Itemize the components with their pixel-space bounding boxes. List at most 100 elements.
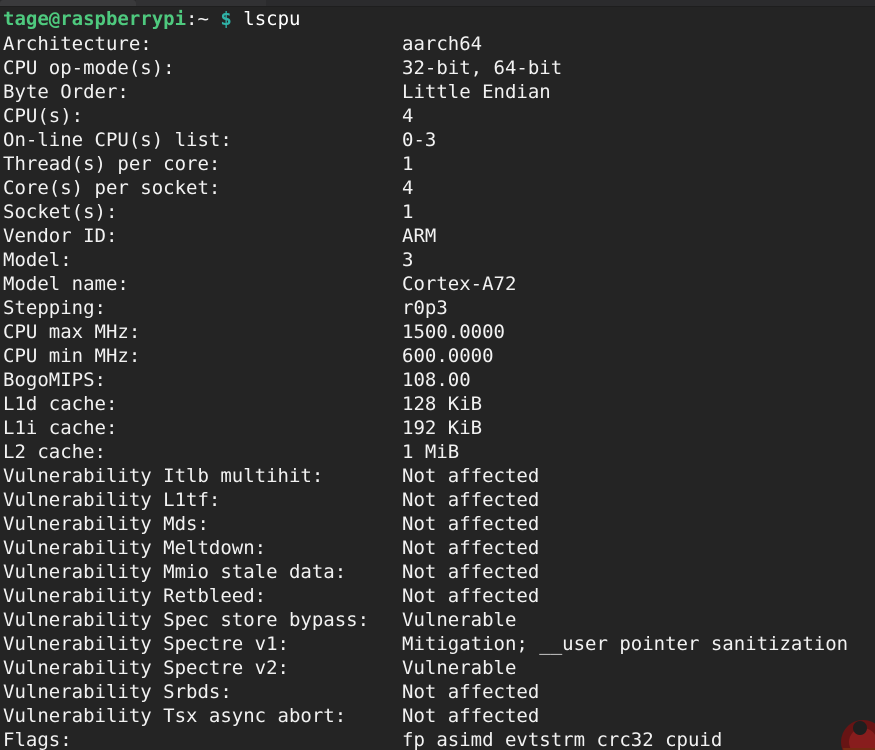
lscpu-row-label: Vulnerability Retbleed: <box>3 585 267 607</box>
lscpu-row-label: CPU min MHz: <box>3 345 141 367</box>
prompt-path: ~ <box>197 8 209 30</box>
lscpu-row: Vulnerability Spec store bypass: Vulnerab… <box>0 608 875 632</box>
lscpu-row-label: L2 cache: <box>3 441 106 463</box>
lscpu-row-value: aarch64 <box>402 33 483 55</box>
lscpu-row: Vulnerability Meltdown: Not affected <box>0 536 875 560</box>
lscpu-row: Stepping: r0p3 <box>0 296 875 320</box>
lscpu-row-value: 32-bit, 64-bit <box>402 57 563 79</box>
lscpu-row-label: Vulnerability Mds: <box>3 513 209 535</box>
lscpu-row-label: CPU op-mode(s): <box>3 57 175 79</box>
lscpu-row-value: 128 KiB <box>402 393 483 415</box>
lscpu-row-label: Flags: <box>3 729 72 750</box>
lscpu-row: Byte Order: Little Endian <box>0 80 875 104</box>
lscpu-row-value: 600.0000 <box>402 345 494 367</box>
lscpu-row-label: Vulnerability Meltdown: <box>3 537 267 559</box>
lscpu-row: L1d cache: 128 KiB <box>0 392 875 416</box>
lscpu-row: Vulnerability Mds: Not affected <box>0 512 875 536</box>
lscpu-row: Vulnerability Spectre v1: Mitigation; __u… <box>0 632 875 656</box>
lscpu-row-label: Architecture: <box>3 33 152 55</box>
lscpu-row: Vulnerability Srbds: Not affected <box>0 680 875 704</box>
lscpu-row-label: CPU max MHz: <box>3 321 141 343</box>
lscpu-row: CPU min MHz: 600.0000 <box>0 344 875 368</box>
lscpu-row: Model: 3 <box>0 248 875 272</box>
lscpu-row-value: Not affected <box>402 705 540 727</box>
lscpu-row-label: Vulnerability Mmio stale data: <box>3 561 347 583</box>
prompt-user-host: tage@raspberrypi <box>3 8 187 30</box>
lscpu-row-label: Vulnerability Spec store bypass: <box>3 609 370 631</box>
lscpu-row-value: Vulnerable <box>402 609 517 631</box>
lscpu-row: CPU op-mode(s): 32-bit, 64-bit <box>0 56 875 80</box>
lscpu-row-value: Not affected <box>402 537 540 559</box>
lscpu-row-value: Vulnerable <box>402 657 517 679</box>
lscpu-row-label: Thread(s) per core: <box>3 153 221 175</box>
lscpu-row-label: Vendor ID: <box>3 225 118 247</box>
lscpu-row-label: Byte Order: <box>3 81 129 103</box>
lscpu-row-value: 0-3 <box>402 129 437 151</box>
lscpu-row: BogoMIPS: 108.00 <box>0 368 875 392</box>
lscpu-row-label: Model: <box>3 249 72 271</box>
lscpu-row-value: Not affected <box>402 465 540 487</box>
shell-prompt-line: tage@raspberrypi:~ $ lscpu <box>0 6 875 32</box>
lscpu-row-label: BogoMIPS: <box>3 369 106 391</box>
lscpu-row-label: Model name: <box>3 273 129 295</box>
lscpu-row: Socket(s): 1 <box>0 200 875 224</box>
lscpu-row: Vulnerability Tsx async abort: Not affect… <box>0 704 875 728</box>
lscpu-row-value: Cortex-A72 <box>402 273 517 295</box>
prompt-separator: : <box>186 8 198 30</box>
lscpu-row-label: L1d cache: <box>3 393 118 415</box>
lscpu-row-value: Not affected <box>402 585 540 607</box>
lscpu-row: CPU(s): 4 <box>0 104 875 128</box>
lscpu-row-label: Stepping: <box>3 297 106 319</box>
lscpu-row-value: Not affected <box>402 561 540 583</box>
lscpu-row-label: Socket(s): <box>3 201 118 223</box>
lscpu-row-label: Core(s) per socket: <box>3 177 221 199</box>
lscpu-row: Flags: fp asimd evtstrm crc32 cpuid <box>0 728 875 750</box>
lscpu-row-value: Not affected <box>402 489 540 511</box>
lscpu-row-value: 1500.0000 <box>402 321 505 343</box>
lscpu-row-value: 108.00 <box>402 369 471 391</box>
lscpu-row-value: Not affected <box>402 681 540 703</box>
lscpu-row: Vendor ID: ARM <box>0 224 875 248</box>
lscpu-row: On-line CPU(s) list: 0-3 <box>0 128 875 152</box>
lscpu-row-value: fp asimd evtstrm crc32 cpuid <box>402 729 723 750</box>
lscpu-row-label: Vulnerability Spectre v2: <box>3 657 289 679</box>
lscpu-row-label: On-line CPU(s) list: <box>3 129 232 151</box>
lscpu-row: Architecture: aarch64 <box>0 32 875 56</box>
lscpu-row-label: Vulnerability Spectre v1: <box>3 633 289 655</box>
lscpu-row-value: Little Endian <box>402 81 551 103</box>
lscpu-row: L2 cache: 1 MiB <box>0 440 875 464</box>
lscpu-row-value: 1 MiB <box>402 441 460 463</box>
lscpu-row-label: Vulnerability Srbds: <box>3 681 232 703</box>
lscpu-row: Core(s) per socket: 4 <box>0 176 875 200</box>
lscpu-row: Vulnerability Itlb multihit: Not affected <box>0 464 875 488</box>
lscpu-row: Model name: Cortex-A72 <box>0 272 875 296</box>
lscpu-row-value: 1 <box>402 201 414 223</box>
lscpu-row: Vulnerability L1tf: Not affected <box>0 488 875 512</box>
lscpu-row-value: ARM <box>402 225 437 247</box>
lscpu-row-value: r0p3 <box>402 297 448 319</box>
lscpu-row: Vulnerability Mmio stale data: Not affect… <box>0 560 875 584</box>
lscpu-row-label: L1i cache: <box>3 417 118 439</box>
lscpu-output-rows: Architecture: aarch64 CPU op-mode(s): 32-bi… <box>0 32 875 750</box>
lscpu-row-value: 4 <box>402 177 414 199</box>
prompt-space-2 <box>232 8 243 30</box>
prompt-symbol: $ <box>220 8 232 30</box>
lscpu-row-value: 1 <box>402 153 414 175</box>
lscpu-row: CPU max MHz: 1500.0000 <box>0 320 875 344</box>
lscpu-row-value: 3 <box>402 249 414 271</box>
lscpu-row: Thread(s) per core: 1 <box>0 152 875 176</box>
lscpu-row: L1i cache: 192 KiB <box>0 416 875 440</box>
lscpu-row-label: Vulnerability Tsx async abort: <box>3 705 347 727</box>
lscpu-row-label: Vulnerability Itlb multihit: <box>3 465 324 487</box>
lscpu-row-value: Not affected <box>402 513 540 535</box>
terminal-output-area[interactable]: tage@raspberrypi:~ $ lscpu Architecture:… <box>0 6 875 750</box>
lscpu-row-label: CPU(s): <box>3 105 84 127</box>
lscpu-row-value: Mitigation; __user pointer sanitization <box>402 633 849 655</box>
lscpu-row: Vulnerability Retbleed: Not affected <box>0 584 875 608</box>
prompt-command: lscpu <box>243 8 301 30</box>
lscpu-row-value: 192 KiB <box>402 417 483 439</box>
lscpu-row-label: Vulnerability L1tf: <box>3 489 221 511</box>
lscpu-row: Vulnerability Spectre v2: Vulnerable <box>0 656 875 680</box>
terminal-window: tage@raspberrypi:~ $ lscpu Architecture:… <box>0 0 875 750</box>
